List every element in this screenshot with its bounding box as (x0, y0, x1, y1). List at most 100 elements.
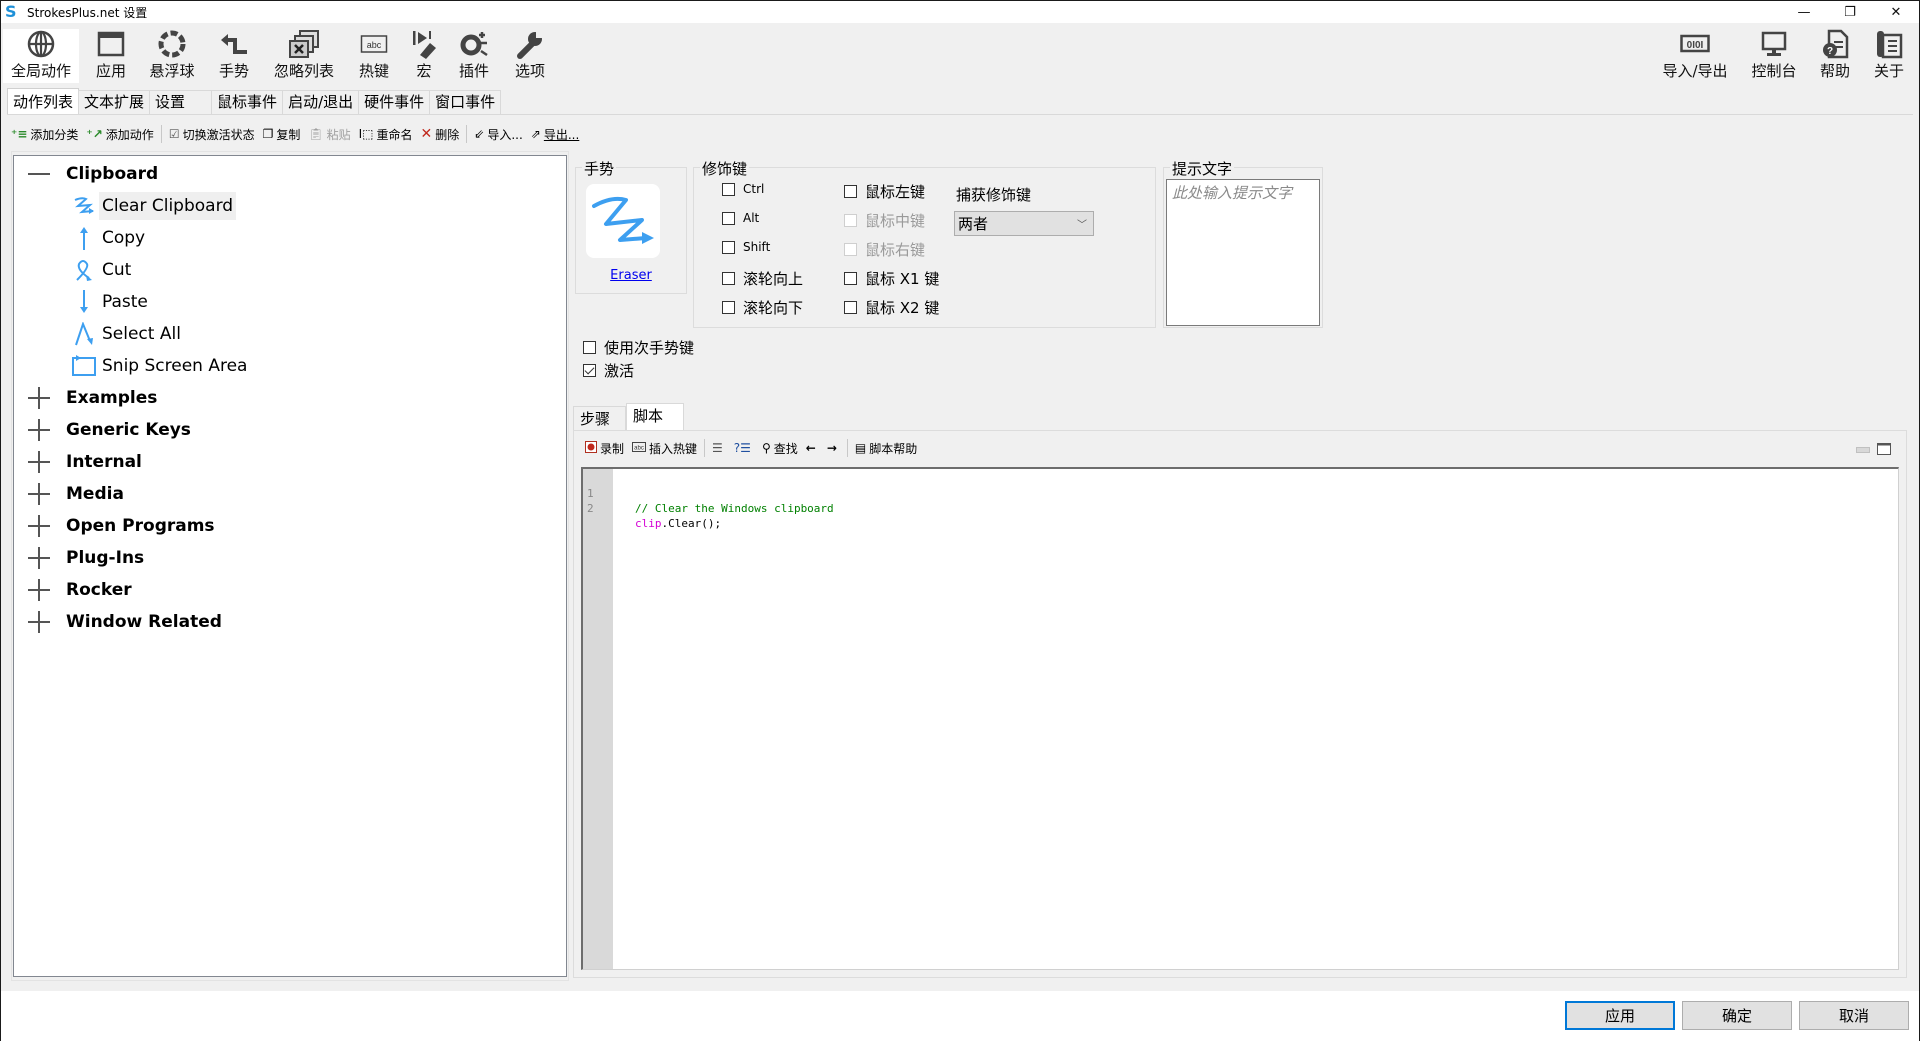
gesture-preview[interactable] (586, 184, 660, 258)
x2-mouse-checkbox[interactable]: 鼠标 X2 键 (844, 297, 939, 318)
expand-icon[interactable] (28, 611, 50, 633)
tab-text-expansion[interactable]: 文本扩展 (78, 90, 151, 114)
tree-category-examples[interactable]: Examples (14, 384, 566, 412)
export-button[interactable]: ⇗ 导出... (527, 123, 584, 145)
tree-action-copy[interactable]: Copy (14, 224, 566, 252)
gesture-name-link[interactable]: Eraser (576, 268, 686, 283)
add-category-icon: ⁺≡ (11, 127, 28, 141)
toolbar-plugins[interactable]: 插件 (453, 29, 495, 83)
tree-category-open-programs[interactable]: Open Programs (14, 512, 566, 540)
shift-checkbox[interactable]: Shift (722, 240, 770, 254)
active-checkbox[interactable]: 激活 (583, 360, 634, 381)
maximize-pane-button[interactable] (1877, 443, 1891, 455)
expand-icon[interactable] (28, 515, 50, 537)
minimize-button[interactable]: — (1781, 1, 1827, 23)
x1-mouse-checkbox[interactable]: 鼠标 X1 键 (844, 268, 939, 289)
search-icon: ⚲ (761, 441, 771, 455)
copy-button[interactable]: ❐ 复制 (259, 123, 305, 145)
tab-startup-exit[interactable]: 启动/退出 (282, 90, 360, 114)
toggle-active-button[interactable]: ☑ 切换激活状态 (165, 123, 259, 145)
restore-button[interactable]: ❐ (1827, 1, 1873, 23)
toggle-icon: ☑ (168, 127, 180, 141)
tab-window-events[interactable]: 窗口事件 (429, 90, 502, 114)
tree-category-rocker[interactable]: Rocker (14, 576, 566, 604)
tab-mouse-events[interactable]: 鼠标事件 (211, 90, 284, 114)
tree-category-generic-keys[interactable]: Generic Keys (14, 416, 566, 444)
wrench-icon (516, 29, 544, 59)
delete-icon: ✕ (420, 126, 433, 142)
add-category-button[interactable]: ⁺≡ 添加分类 (7, 123, 82, 145)
toolbar-ignore-list[interactable]: 忽略列表 (269, 29, 339, 83)
collapse-pane-button[interactable] (1856, 443, 1870, 455)
tab-settings[interactable]: 设置 (149, 90, 213, 114)
action-tree[interactable]: Clipboard Clear Clipboard Copy Cut Paste (13, 155, 567, 977)
toolbar-options[interactable]: 选项 (509, 29, 551, 83)
import-button[interactable]: ⇙ 导入... (470, 123, 527, 145)
ok-button[interactable]: 确定 (1682, 1001, 1792, 1030)
toolbar-help[interactable]: ? 帮助 (1813, 29, 1857, 83)
apply-button[interactable]: 应用 (1565, 1001, 1675, 1030)
alt-checkbox[interactable]: Alt (722, 211, 759, 225)
cancel-button[interactable]: 取消 (1799, 1001, 1909, 1030)
globe-icon (27, 29, 55, 59)
add-action-button[interactable]: ⁺↗ 添加动作 (82, 123, 157, 145)
indent-button[interactable]: ☰ (708, 437, 730, 459)
tree-action-snip-screen-area[interactable]: Snip Screen Area (14, 352, 566, 380)
record-button[interactable]: 录制 (581, 437, 628, 459)
svg-text:abc: abc (367, 40, 382, 50)
svg-text:?: ? (1827, 46, 1833, 57)
script-editor[interactable]: 1 // Clear the Windows clipboard 2 clip.… (581, 467, 1899, 970)
toolbar-global-actions[interactable]: 全局动作 (3, 29, 79, 83)
comment-button[interactable]: ?☰ (730, 437, 758, 459)
hint-text-input[interactable]: 此处输入提示文字 (1166, 179, 1320, 326)
back-button[interactable]: ← (802, 437, 823, 459)
expand-icon[interactable] (28, 483, 50, 505)
capture-modifiers-select[interactable]: 两者 ﹀ (954, 211, 1094, 236)
toolbar-macros[interactable]: 宏 (406, 29, 442, 83)
plugin-icon (459, 29, 489, 59)
minimize-pane-icon (1856, 447, 1870, 453)
wheel-up-checkbox[interactable]: 滚轮向上 (722, 268, 803, 289)
find-button[interactable]: ⚲ 查找 (758, 437, 802, 459)
expand-icon[interactable] (28, 387, 50, 409)
tab-script[interactable]: 脚本 (626, 403, 684, 431)
tree-action-select-all[interactable]: Select All (14, 320, 566, 348)
toolbar-floater[interactable]: 悬浮球 (144, 29, 200, 83)
script-help-button[interactable]: ▤ 脚本帮助 (851, 437, 921, 459)
tab-hardware-events[interactable]: 硬件事件 (358, 90, 431, 114)
paste-button[interactable]: 📋︎ 粘贴 (304, 123, 354, 145)
wheel-down-checkbox[interactable]: 滚轮向下 (722, 297, 803, 318)
expand-icon[interactable] (28, 579, 50, 601)
tab-action-list[interactable]: 动作列表 (7, 88, 80, 114)
expand-icon[interactable] (28, 547, 50, 569)
left-mouse-checkbox[interactable]: 鼠标左键 (844, 181, 925, 202)
tree-category-media[interactable]: Media (14, 480, 566, 508)
tree-category-internal[interactable]: Internal (14, 448, 566, 476)
gesture-group: 手势 Eraser (575, 158, 687, 294)
toolbar-hotkeys[interactable]: abc 热键 (353, 29, 395, 83)
tree-category-clipboard[interactable]: Clipboard (14, 160, 566, 188)
ctrl-checkbox[interactable]: Ctrl (722, 182, 764, 196)
collapse-icon[interactable] (28, 163, 50, 185)
toolbar-about[interactable]: 关于 (1867, 29, 1911, 83)
abc-key-icon: abc (360, 29, 388, 59)
tree-action-cut[interactable]: Cut (14, 256, 566, 284)
rename-button[interactable]: I⬚ 重命名 (355, 123, 417, 145)
tree-category-plug-ins[interactable]: Plug-Ins (14, 544, 566, 572)
title-bar: S StrokesPlus.net 设置 — ❐ ✕ (1, 1, 1919, 23)
tree-action-paste[interactable]: Paste (14, 288, 566, 316)
tree-category-window-related[interactable]: Window Related (14, 608, 566, 636)
forward-button[interactable]: → (823, 437, 844, 459)
toolbar-gestures[interactable]: 手势 (214, 29, 254, 83)
expand-icon[interactable] (28, 419, 50, 441)
secondary-gesture-key-checkbox[interactable]: 使用次手势键 (583, 337, 694, 358)
tree-action-clear-clipboard[interactable]: Clear Clipboard (14, 192, 566, 220)
tab-steps[interactable]: 步骤 (573, 406, 626, 430)
close-button[interactable]: ✕ (1873, 1, 1919, 23)
insert-hotkey-button[interactable]: abc 插入热键 (628, 437, 701, 459)
toolbar-import-export[interactable]: 0I0I 导入/导出 (1655, 29, 1735, 83)
delete-button[interactable]: ✕ 删除 (417, 123, 464, 145)
toolbar-console[interactable]: 控制台 (1745, 29, 1803, 83)
expand-icon[interactable] (28, 451, 50, 473)
toolbar-apps[interactable]: 应用 (89, 29, 133, 83)
